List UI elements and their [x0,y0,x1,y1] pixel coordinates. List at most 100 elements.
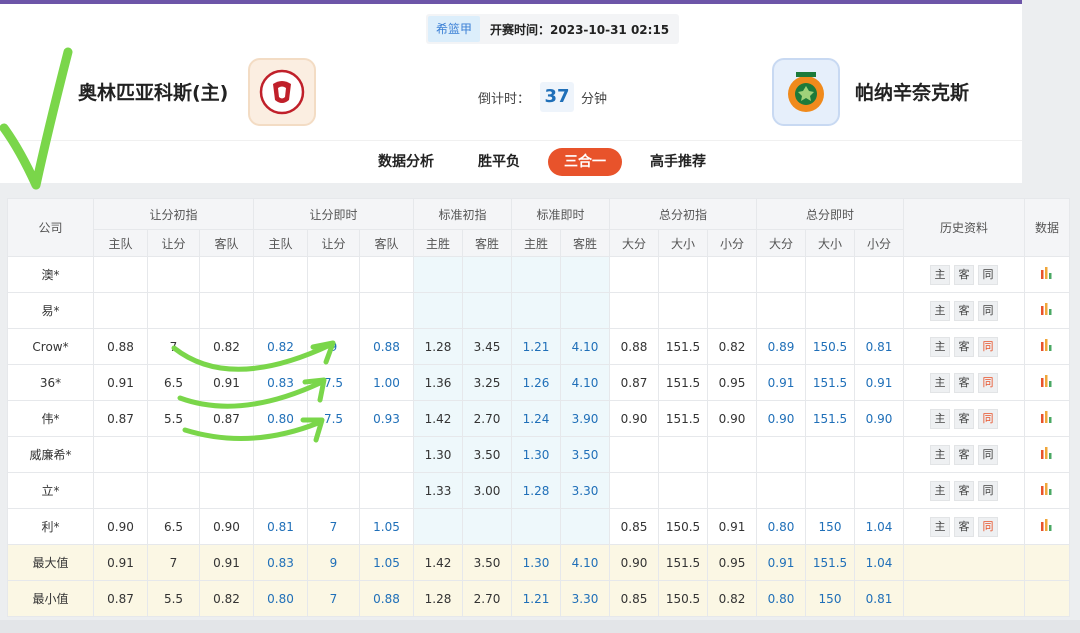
home-team-logo[interactable] [248,58,316,126]
history-same-button[interactable]: 同 [978,516,998,537]
odds-cell: 0.81 [854,580,904,617]
odds-cell [93,256,148,293]
company-name: 伟* [7,400,94,437]
home-team-name[interactable]: 奥林匹亚科斯(主) [78,78,228,105]
bar-chart-icon[interactable] [1040,519,1054,531]
odds-cell [658,436,708,473]
odds-cell [854,472,904,509]
odds-cell: 2.70 [462,580,512,617]
odds-cell: 0.87 [93,400,148,437]
history-same-button[interactable]: 同 [978,300,998,321]
col-data: 数据 [1024,198,1070,257]
group-total-live: 总分即时 [756,198,904,230]
odds-cell [854,436,904,473]
tab-three-in-one[interactable]: 三合一 [548,148,622,176]
summary-empty-cell [1024,544,1070,581]
tab-win-draw-lose[interactable]: 胜平负 [462,148,536,176]
odds-cell: 6.5 [147,364,200,401]
bottom-strip [0,620,1080,633]
odds-cell [854,292,904,329]
odds-cell [307,472,360,509]
odds-cell: 0.93 [359,400,414,437]
company-name: 澳* [7,256,94,293]
history-away-button[interactable]: 客 [954,516,974,537]
odds-cell: 151.5 [805,544,855,581]
history-same-button[interactable]: 同 [978,480,998,501]
away-team-name[interactable]: 帕纳辛奈克斯 [855,78,969,105]
company-name: 威廉希* [7,436,94,473]
history-home-button[interactable]: 主 [930,372,950,393]
odds-cell [462,256,512,293]
history-cell: 主客同 [903,364,1025,401]
odds-cell: 0.95 [707,364,757,401]
odds-cell: 1.04 [854,544,904,581]
odds-cell: 3.25 [462,364,512,401]
summary-row-max: 最大值 0.91 7 0.91 0.83 9 1.05 1.42 3.50 1.30 4.10 0.9… [7,544,1070,581]
history-home-button[interactable]: 主 [930,480,950,501]
odds-cell: 151.5 [805,364,855,401]
company-name: 利* [7,508,94,545]
subheader-cell: 主胜 [511,229,561,257]
history-away-button[interactable]: 客 [954,444,974,465]
odds-cell: 1.33 [413,472,463,509]
odds-cell: 1.21 [511,328,561,365]
tab-data-analysis[interactable]: 数据分析 [362,148,450,176]
odds-cell: 3.30 [560,472,610,509]
odds-cell: 1.42 [413,544,463,581]
bar-chart-icon[interactable] [1040,411,1054,423]
odds-cell [658,256,708,293]
history-away-button[interactable]: 客 [954,264,974,285]
col-company: 公司 [7,198,94,257]
odds-cell [413,256,463,293]
odds-cell: 0.91 [707,508,757,545]
history-away-button[interactable]: 客 [954,372,974,393]
odds-cell: 1.30 [511,436,561,473]
data-cell [1024,292,1070,329]
odds-cell: 3.45 [462,328,512,365]
bar-chart-icon[interactable] [1040,303,1054,315]
history-same-button[interactable]: 同 [978,372,998,393]
table-row: 立* 1.33 3.00 1.28 3.30 主客同 [7,472,1070,509]
odds-cell [756,436,806,473]
history-home-button[interactable]: 主 [930,408,950,429]
odds-cell: 0.91 [756,544,806,581]
history-cell: 主客同 [903,328,1025,365]
history-home-button[interactable]: 主 [930,516,950,537]
odds-cell [253,292,308,329]
history-away-button[interactable]: 客 [954,480,974,501]
history-same-button[interactable]: 同 [978,444,998,465]
odds-cell [658,292,708,329]
history-same-button[interactable]: 同 [978,336,998,357]
history-same-button[interactable]: 同 [978,408,998,429]
summary-label: 最小值 [7,580,94,617]
tab-expert-picks[interactable]: 高手推荐 [634,148,722,176]
odds-cell [199,436,254,473]
odds-cell: 1.00 [359,364,414,401]
away-team-logo[interactable] [772,58,840,126]
history-away-button[interactable]: 客 [954,300,974,321]
odds-cell: 0.90 [199,508,254,545]
subheader-cell: 大小 [658,229,708,257]
odds-cell: 0.82 [199,580,254,617]
history-home-button[interactable]: 主 [930,336,950,357]
bar-chart-icon[interactable] [1040,339,1054,351]
history-home-button[interactable]: 主 [930,300,950,321]
odds-cell: 0.82 [707,580,757,617]
bar-chart-icon[interactable] [1040,483,1054,495]
odds-cell: 150.5 [658,508,708,545]
league-badge[interactable]: 希篮甲 [428,16,481,42]
history-away-button[interactable]: 客 [954,408,974,429]
history-home-button[interactable]: 主 [930,264,950,285]
bar-chart-icon[interactable] [1040,447,1054,459]
history-home-button[interactable]: 主 [930,444,950,465]
history-away-button[interactable]: 客 [954,336,974,357]
odds-cell [359,472,414,509]
green-checkmark-annotation [0,47,73,190]
summary-row-min: 最小值 0.87 5.5 0.82 0.80 7 0.88 1.28 2.70 1.21 3.30 0… [7,580,1070,617]
table-row: Crow* 0.88 7 0.82 0.82 9 0.88 1.28 3.45 1.21 4.10 0… [7,328,1070,365]
bar-chart-icon[interactable] [1040,375,1054,387]
odds-cell: 0.80 [756,580,806,617]
history-same-button[interactable]: 同 [978,264,998,285]
odds-cell [805,472,855,509]
bar-chart-icon[interactable] [1040,267,1054,279]
